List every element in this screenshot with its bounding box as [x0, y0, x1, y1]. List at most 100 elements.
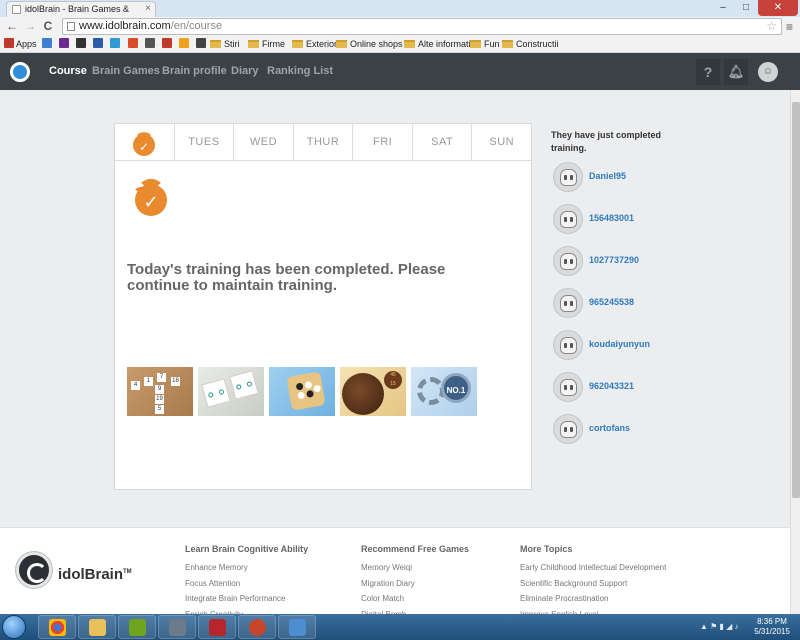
bookmark-item[interactable]: Apps [4, 38, 37, 51]
bookmark-item[interactable] [93, 38, 105, 51]
user-name-link[interactable]: 156483001 [589, 213, 634, 223]
window-minimize-button[interactable]: – [712, 0, 734, 16]
bookmark-item[interactable]: Exterior [292, 38, 337, 51]
address-bar[interactable]: www.idolbrain.com/en/course ☆ [62, 18, 782, 35]
forward-button[interactable]: → [22, 19, 38, 34]
taskbar-explorer[interactable] [78, 615, 116, 639]
bookmark-item[interactable]: Online shops [336, 38, 403, 51]
scroll-thumb[interactable] [792, 102, 800, 498]
game-tile-dice[interactable] [198, 367, 264, 416]
bookmark-favicon-icon [76, 38, 86, 48]
week-days-row: ✓ TUES WED THUR FRI SAT SUN [115, 124, 531, 161]
footer-link[interactable]: Color Match [361, 591, 469, 607]
taskbar-chrome[interactable] [38, 615, 76, 639]
footer-link[interactable]: Early Childhood Intellectual Development [520, 560, 666, 576]
day-tab[interactable]: TUES [175, 124, 235, 160]
user-avatar-icon [553, 372, 583, 402]
tab-close-icon[interactable]: × [145, 2, 151, 16]
day-tab[interactable]: SUN [472, 124, 531, 160]
taskbar-app-blue[interactable] [278, 615, 316, 639]
bookmark-item[interactable]: Constructii [502, 38, 559, 51]
user-name-link[interactable]: 962043321 [589, 381, 634, 391]
footer-link[interactable]: Scientific Background Support [520, 576, 666, 592]
bookmark-item[interactable] [196, 38, 208, 51]
recent-user[interactable]: 962043321 [553, 372, 693, 404]
bookmark-favicon-icon [59, 38, 69, 48]
bookmark-item[interactable]: Firme [248, 38, 285, 51]
taskbar-app-m[interactable] [158, 615, 196, 639]
footer-link[interactable]: Focus Attention [185, 576, 308, 592]
footer-column-title: More Topics [520, 544, 573, 554]
bookmark-item[interactable]: Alte informatii [404, 38, 473, 51]
nav-ranking-list[interactable]: Ranking List [267, 65, 333, 77]
day-tab[interactable]: FRI [353, 124, 413, 160]
bookmark-favicon-icon [128, 38, 138, 48]
footer-column: Learn Brain Cognitive Ability Enhance Mem… [185, 544, 308, 622]
bookmark-item[interactable] [42, 38, 54, 51]
bookmark-item[interactable] [110, 38, 122, 51]
nav-course[interactable]: Course [49, 65, 87, 77]
day-tab[interactable]: THUR [294, 124, 354, 160]
window-close-button[interactable]: ✕ [758, 0, 798, 16]
browser-tab[interactable]: idolBrain - Brain Games & × [6, 1, 156, 17]
bookmark-favicon-icon [42, 38, 52, 48]
help-button[interactable]: ? [696, 59, 720, 85]
day-tab[interactable]: SAT [413, 124, 473, 160]
game-tile-gears[interactable]: NO.1 [411, 367, 477, 416]
notification-bell-icon[interactable]: 🔔︎ [724, 59, 748, 85]
recent-user[interactable]: Daniel95 [553, 162, 693, 194]
game-badge-no1: NO.1 [441, 373, 471, 403]
game-tile-memory-numbers[interactable]: 4 1 7 18 9 19 5 [127, 367, 193, 416]
footer-link[interactable]: Enhance Memory [185, 560, 308, 576]
reload-button[interactable]: C [40, 19, 56, 34]
chrome-icon [49, 619, 66, 636]
bookmark-favicon-icon [196, 38, 206, 48]
footer-link[interactable]: Eliminate Procrastination [520, 591, 666, 607]
page-scrollbar[interactable] [790, 90, 800, 613]
bookmark-item[interactable] [76, 38, 88, 51]
system-clock[interactable]: 8:36 PM 5/31/2015 [748, 617, 796, 637]
start-button[interactable] [2, 615, 26, 639]
recent-user[interactable]: 156483001 [553, 204, 693, 236]
chrome-menu-icon[interactable]: ≡ [786, 20, 793, 34]
footer-link[interactable]: Memory Weiqi [361, 560, 469, 576]
bookmark-item[interactable] [59, 38, 71, 51]
bookmark-item[interactable] [145, 38, 157, 51]
taskbar-nvidia[interactable] [118, 615, 156, 639]
game-tile-weiqi[interactable] [269, 367, 335, 416]
bookmark-item[interactable] [128, 38, 140, 51]
system-tray[interactable]: ▲ ⚑ ▮ ◢ ♪ [700, 622, 739, 631]
bookmark-item[interactable] [162, 38, 174, 51]
site-logo-icon[interactable] [10, 62, 30, 82]
bookmark-item[interactable]: Fun [470, 38, 500, 51]
day-tab[interactable]: WED [234, 124, 294, 160]
nav-brain-profile[interactable]: Brain profile [162, 65, 227, 77]
bookmark-label: Apps [16, 39, 37, 49]
browser-titlebar: idolBrain - Brain Games & × – □ ✕ [0, 0, 800, 17]
taskbar-app-red[interactable] [198, 615, 236, 639]
user-name-link[interactable]: 965245538 [589, 297, 634, 307]
taskbar-app-globe[interactable] [238, 615, 276, 639]
day-tab[interactable]: ✓ [115, 124, 175, 160]
recent-user[interactable]: koudaiyunyun [553, 330, 693, 362]
number-tile: 1 [144, 377, 153, 386]
bookmark-item[interactable] [179, 38, 191, 51]
user-avatar[interactable]: ☺ [758, 62, 778, 82]
user-name-link[interactable]: Daniel95 [589, 171, 626, 181]
bookmark-star-icon[interactable]: ☆ [766, 19, 777, 34]
recent-user[interactable]: cortofans [553, 414, 693, 446]
bookmark-label: Constructii [516, 39, 559, 49]
footer-link[interactable]: Migration Diary [361, 576, 469, 592]
user-name-link[interactable]: cortofans [589, 423, 630, 433]
footer-link[interactable]: Integrate Brain Performance [185, 591, 308, 607]
user-name-link[interactable]: 1027737290 [589, 255, 639, 265]
game-tile-chocolate[interactable]: 45 15 [340, 367, 406, 416]
nav-diary[interactable]: Diary [231, 65, 259, 77]
nav-brain-games[interactable]: Brain Games [92, 65, 160, 77]
recent-user[interactable]: 1027737290 [553, 246, 693, 278]
back-button[interactable]: ← [4, 19, 20, 34]
bookmark-item[interactable]: Stiri [210, 38, 240, 51]
recent-user[interactable]: 965245538 [553, 288, 693, 320]
window-maximize-button[interactable]: □ [735, 0, 757, 16]
user-name-link[interactable]: koudaiyunyun [589, 339, 650, 349]
